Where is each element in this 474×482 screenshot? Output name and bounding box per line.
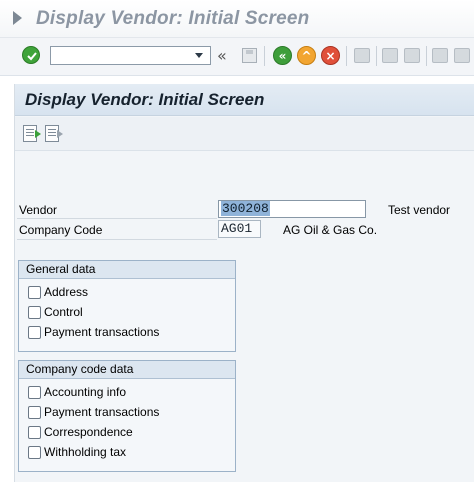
save-icon[interactable] [242,48,257,63]
other-document-icon[interactable] [45,125,63,142]
cc-payment-transactions-label: Payment transactions [44,405,160,419]
display-document-icon[interactable] [23,125,41,142]
vendor-description: Test vendor [388,203,451,217]
toolbar-divider [426,46,427,66]
exit-icon[interactable]: ^ [297,46,316,65]
find-next-icon[interactable] [404,48,420,63]
accounting-info-checkbox[interactable] [28,385,41,399]
company-code-description: AG Oil & Gas Co. [283,223,378,237]
general-data-title: General data [19,261,235,279]
first-page-icon[interactable] [432,48,448,63]
accounting-info-label: Accounting info [44,385,127,399]
control-option[interactable]: Control [28,303,83,321]
menu-chevron-icon[interactable] [13,11,22,25]
control-checkbox[interactable] [28,305,41,319]
general-data-group: General data Address Control Payment tra… [18,260,236,352]
command-field[interactable] [50,46,211,65]
application-toolbar [15,117,474,151]
command-dropdown-icon[interactable] [195,53,203,58]
cc-payment-transactions-option[interactable]: Payment transactions [28,403,159,421]
window-title: Display Vendor: Initial Screen [36,8,310,29]
toolbar-divider [376,46,377,66]
back-icon[interactable]: « [273,46,292,65]
address-label: Address [44,285,89,299]
company-code-input[interactable]: AG01 [218,220,261,238]
cancel-icon[interactable]: × [321,46,340,65]
payment-transactions-label: Payment transactions [44,325,160,339]
vendor-input[interactable]: 300208 [218,200,366,218]
company-code-value: AG01 [221,221,253,236]
print-icon[interactable] [354,48,370,63]
row-divider [17,239,217,240]
find-icon[interactable] [382,48,398,63]
correspondence-label: Correspondence [44,425,133,439]
system-toolbar: « « ^ × [0,38,474,76]
payment-transactions-option[interactable]: Payment transactions [28,323,159,341]
enter-icon[interactable] [22,46,40,64]
double-left-icon[interactable]: « [217,46,227,65]
control-label: Control [44,305,83,319]
row-divider [17,218,217,219]
vendor-label: Vendor [19,203,58,217]
cc-payment-transactions-checkbox[interactable] [28,405,41,419]
correspondence-option[interactable]: Correspondence [28,423,133,441]
vendor-value: 300208 [221,201,270,216]
withholding-tax-checkbox[interactable] [28,445,41,459]
toolbar-divider [264,46,265,66]
address-checkbox[interactable] [28,285,41,299]
title-bar: Display Vendor: Initial Screen [0,0,474,38]
previous-page-icon[interactable] [454,48,470,63]
main-content: Display Vendor: Initial Screen Vendor 30… [14,84,474,482]
company-code-data-title: Company code data [19,361,235,379]
toolbar-divider [346,46,347,66]
accounting-info-option[interactable]: Accounting info [28,383,126,401]
page-title: Display Vendor: Initial Screen [25,90,265,109]
payment-transactions-checkbox[interactable] [28,325,41,339]
company-code-data-group: Company code data Accounting info Paymen… [18,360,236,472]
address-option[interactable]: Address [28,283,88,301]
screen-header: Display Vendor: Initial Screen [15,84,474,116]
correspondence-checkbox[interactable] [28,425,41,439]
company-code-label: Company Code [19,223,103,237]
withholding-tax-option[interactable]: Withholding tax [28,443,126,461]
withholding-tax-label: Withholding tax [44,445,127,459]
